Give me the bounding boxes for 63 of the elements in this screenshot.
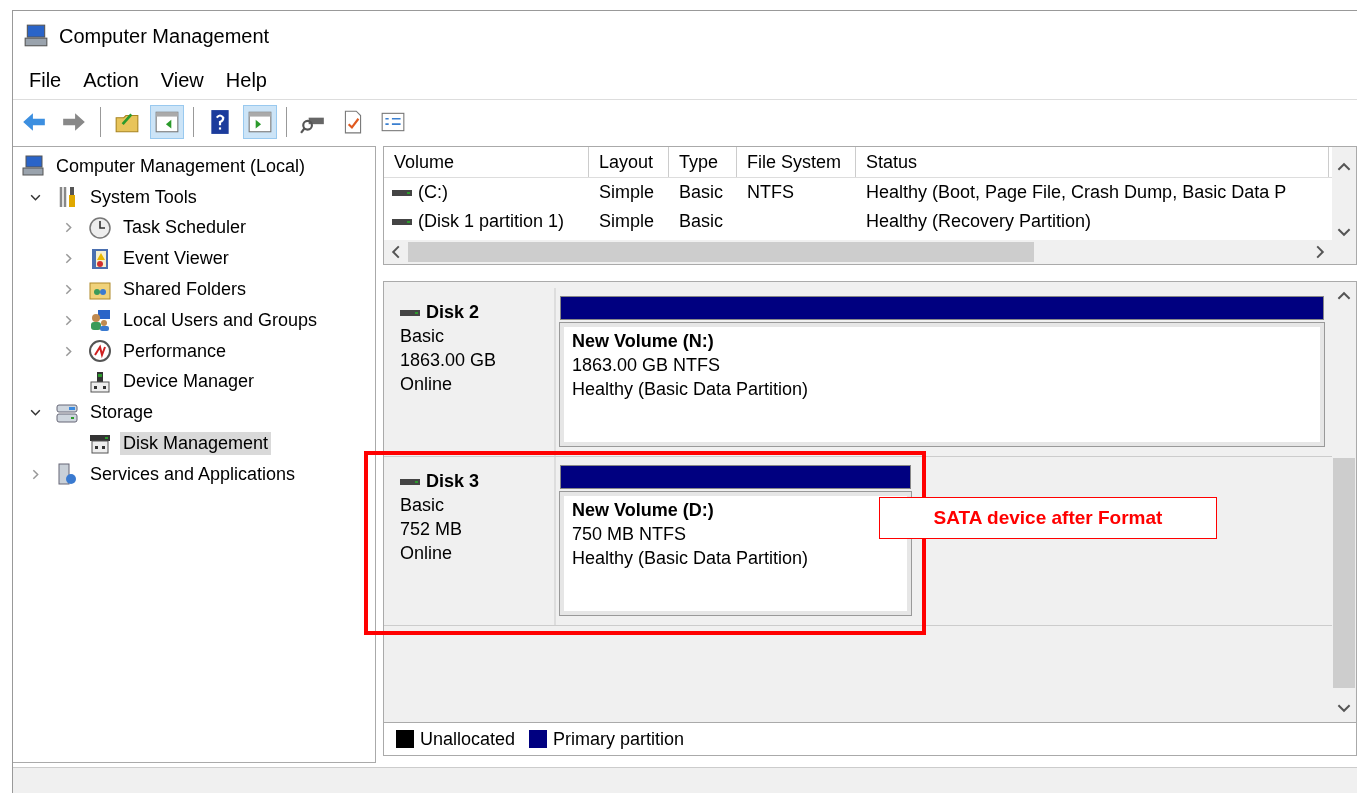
disk-status: Online <box>400 374 454 395</box>
show-tree-pane-icon <box>154 109 180 135</box>
column-header[interactable]: Type <box>669 147 737 177</box>
volume-size: 750 MB NTFS <box>572 524 688 545</box>
vertical-scrollbar[interactable] <box>1332 147 1356 264</box>
tree-item[interactable]: Shared Folders <box>120 278 250 302</box>
scroll-thumb[interactable] <box>1333 458 1355 688</box>
disk-size: 752 MB <box>400 519 464 540</box>
disk-type: Basic <box>400 495 445 516</box>
table-cell: Simple <box>599 211 655 232</box>
disk-type: Basic <box>400 326 445 347</box>
column-header[interactable]: Volume <box>384 147 589 177</box>
scroll-thumb[interactable] <box>408 242 1034 262</box>
table-cell: Simple <box>599 182 655 203</box>
legend-label: Primary partition <box>553 728 685 750</box>
computer-icon <box>21 154 45 179</box>
horizontal-scrollbar[interactable] <box>384 240 1332 264</box>
column-header[interactable]: File System <box>737 147 856 177</box>
table-cell: (C:) <box>418 182 448 203</box>
menu-item[interactable]: Action <box>83 68 139 92</box>
volume-name: New Volume (N:) <box>572 331 715 352</box>
computer-icon <box>23 23 49 49</box>
volume-name: New Volume (D:) <box>572 500 715 521</box>
annotation-label: SATA device after Format <box>879 497 1217 539</box>
tree-item[interactable]: Performance <box>120 339 230 363</box>
table-cell: Healthy (Boot, Page File, Crash Dump, Basic Data P <box>866 182 1287 203</box>
tree-item[interactable]: Disk Management <box>120 432 272 456</box>
tree-item[interactable]: Computer Management (Local) <box>53 154 309 178</box>
column-header[interactable]: Layout <box>589 147 669 177</box>
menu-item[interactable]: Help <box>225 68 267 92</box>
tree-item[interactable]: Storage <box>87 401 157 425</box>
volume-status: Healthy (Basic Data Partition) <box>572 379 810 400</box>
table-cell: (Disk 1 partition 1) <box>418 211 565 232</box>
tree-item[interactable]: Task Scheduler <box>120 216 250 240</box>
drive-icon <box>392 188 412 197</box>
drive-icon <box>400 477 420 486</box>
users-icon <box>88 308 112 333</box>
volume-size: 1863.00 GB NTFS <box>572 355 722 376</box>
tree-item[interactable]: Event Viewer <box>120 247 232 271</box>
column-header[interactable]: Status <box>856 147 1329 177</box>
menu-item[interactable]: View <box>160 68 204 92</box>
tree-item[interactable]: Services and Applications <box>87 462 299 486</box>
drive-icon <box>392 217 412 226</box>
tree-item[interactable]: Device Manager <box>120 370 258 394</box>
services-icon <box>55 462 79 487</box>
clock-icon <box>88 216 112 240</box>
table-cell: Healthy (Recovery Partition) <box>866 211 1092 232</box>
gauge-icon <box>88 339 112 364</box>
disk-status: Online <box>400 543 454 564</box>
disk-name: Disk 3 <box>426 471 480 492</box>
tree-item[interactable]: System Tools <box>87 185 200 209</box>
volume-status: Healthy (Basic Data Partition) <box>572 548 810 569</box>
legend-label: Unallocated <box>420 728 516 750</box>
window-title: Computer Management <box>59 24 270 48</box>
table-cell: Basic <box>679 182 723 203</box>
tree-item[interactable]: Local Users and Groups <box>120 308 321 332</box>
table-cell: Basic <box>679 211 723 232</box>
table-cell: NTFS <box>747 182 794 203</box>
menu-item[interactable]: File <box>29 68 62 92</box>
disk-size: 1863.00 GB <box>400 350 498 371</box>
drive-icon <box>400 308 420 317</box>
disk-name: Disk 2 <box>426 302 480 323</box>
show-action-pane-icon <box>247 109 273 135</box>
